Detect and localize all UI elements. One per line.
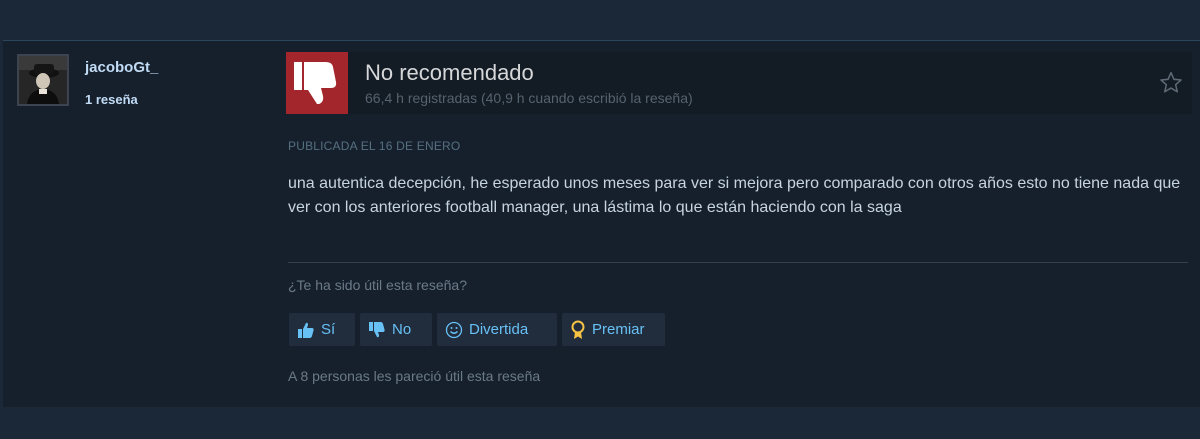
- page-background-top: [0, 0, 1200, 40]
- avatar-image: [19, 56, 67, 104]
- helpful-question: ¿Te ha sido útil esta reseña?: [288, 277, 467, 293]
- thumbs-down-badge: [286, 52, 348, 114]
- award-button[interactable]: Premiar: [562, 313, 665, 346]
- helpful-count: A 8 personas les pareció útil esta reseñ…: [288, 368, 541, 384]
- author-review-count[interactable]: 1 reseña: [85, 92, 138, 107]
- avatar[interactable]: [17, 54, 69, 106]
- vote-funny-label: Divertida: [469, 321, 529, 338]
- page-background-bottom: [0, 407, 1200, 439]
- thumbs-down-icon: [294, 62, 337, 104]
- smiley-icon: [445, 321, 463, 338]
- review-hours: 66,4 h registradas (40,9 h cuando escrib…: [365, 90, 693, 106]
- review-verdict: No recomendado: [365, 60, 534, 85]
- thumbs-up-icon: [298, 322, 314, 338]
- award-ribbon-icon: [571, 320, 585, 339]
- review-text: una autentica decepción, he esperado uno…: [288, 175, 1181, 216]
- thumbs-down-icon: [369, 321, 385, 337]
- divider: [288, 262, 1188, 263]
- posted-date: PUBLICADA EL 16 DE ENERO: [288, 139, 461, 153]
- vote-funny-button[interactable]: Divertida: [437, 313, 557, 346]
- vote-header[interactable]: No recomendado 66,4 h registradas (40,9 …: [286, 52, 1192, 114]
- review-box: jacoboGt_ 1 reseña No recomendado 66,4 h…: [3, 40, 1200, 408]
- award-label: Premiar: [592, 321, 645, 338]
- author-name[interactable]: jacoboGt_: [85, 59, 158, 76]
- vote-yes-button[interactable]: Sí: [289, 313, 355, 346]
- vote-no-label: No: [392, 321, 412, 338]
- vote-yes-label: Sí: [321, 321, 336, 338]
- star-icon[interactable]: [1158, 70, 1184, 96]
- vote-no-button[interactable]: No: [360, 313, 432, 346]
